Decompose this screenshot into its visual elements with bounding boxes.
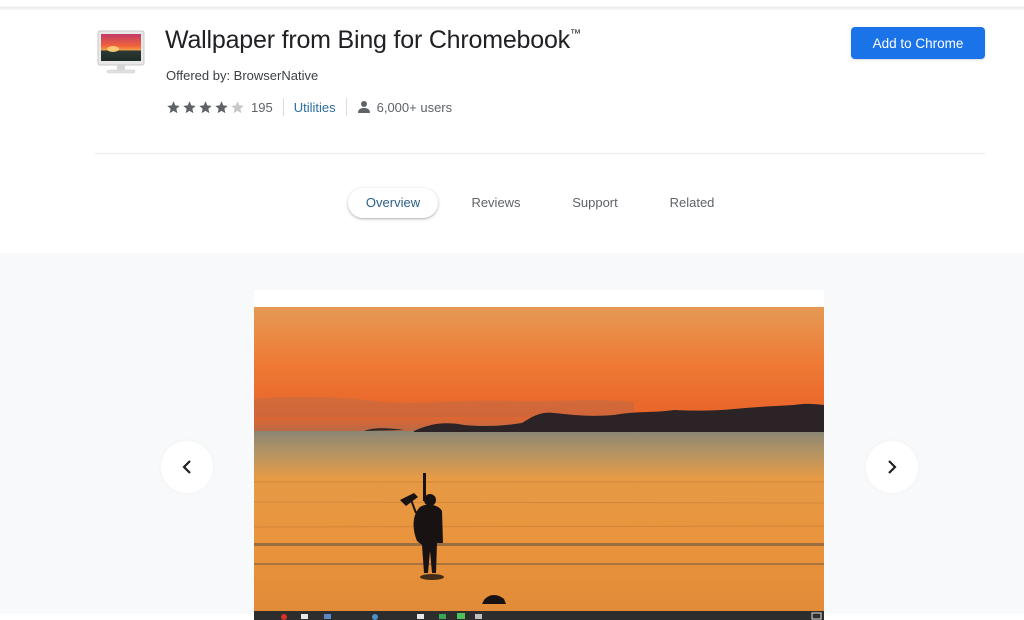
user-count-label: 6,000+ users [376, 99, 453, 115]
meta-separator [345, 98, 347, 116]
trademark-symbol: ™ [569, 28, 581, 40]
user-count: 6,000+ users [357, 99, 453, 115]
monitor-sunset-icon [97, 30, 145, 74]
screenshot-gallery [0, 253, 1024, 620]
star-filled-icon [183, 100, 196, 113]
screenshot-image[interactable] [254, 307, 824, 620]
header-divider [95, 153, 985, 154]
star-filled-icon [199, 100, 212, 113]
rating-stars[interactable] [166, 100, 246, 115]
category-link[interactable]: Utilities [294, 100, 336, 115]
extension-meta: 195 Utilities 6,000+ users [166, 98, 452, 116]
next-screenshot-button[interactable] [866, 441, 918, 493]
tab-overview[interactable]: Overview [348, 188, 438, 218]
offered-by: Offered by: BrowserNative [166, 68, 319, 83]
tab-support[interactable]: Support [558, 188, 632, 218]
chevron-left-icon [182, 460, 191, 474]
previous-screenshot-button[interactable] [161, 441, 213, 493]
detail-tabs: Overview Reviews Support Related [0, 188, 1024, 220]
star-empty-icon [231, 100, 244, 113]
browser-top-shadow [0, 0, 1024, 10]
sunset-bagpiper-image [254, 307, 824, 620]
tab-related[interactable]: Related [656, 188, 728, 218]
person-icon [357, 101, 370, 113]
tab-reviews[interactable]: Reviews [458, 188, 534, 218]
star-filled-icon [167, 100, 180, 113]
star-filled-icon [215, 100, 228, 113]
meta-separator [282, 98, 284, 116]
screenshot-card [254, 290, 824, 620]
chevron-right-icon [888, 460, 897, 474]
rating-count[interactable]: 195 [251, 100, 273, 115]
extension-title: Wallpaper from Bing for Chromebook™ [165, 26, 581, 54]
add-to-chrome-button[interactable]: Add to Chrome [851, 27, 985, 59]
